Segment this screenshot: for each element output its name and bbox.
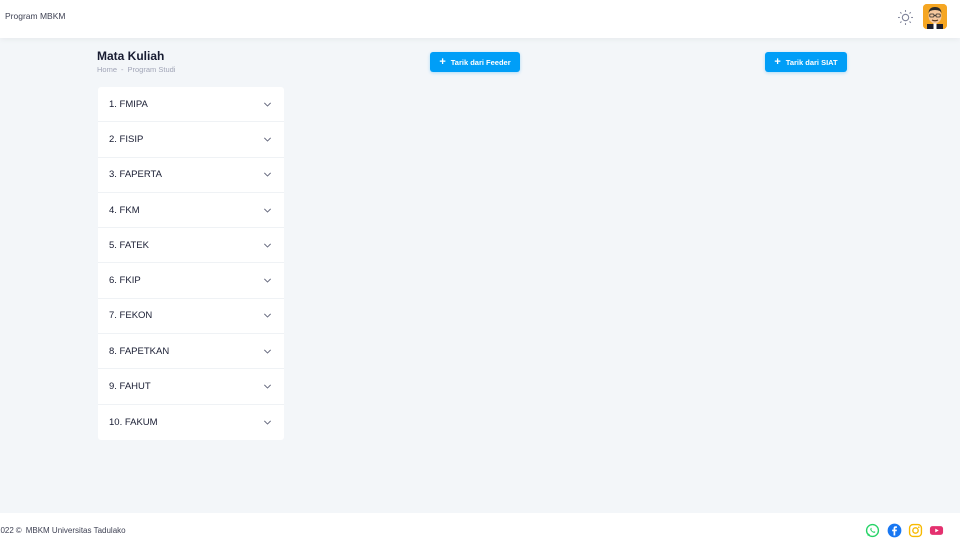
breadcrumb-current: Program Studi	[127, 65, 176, 74]
chevron-down-icon	[264, 208, 271, 213]
chevron-down-icon	[264, 384, 271, 389]
accordion-label: 8. FAPETKAN	[109, 345, 170, 357]
accordion-item-fapetkan[interactable]: 8. FAPETKAN	[98, 334, 284, 370]
accordion-item-fekon[interactable]: 7. FEKON	[98, 299, 284, 335]
chevron-down-icon	[264, 243, 271, 248]
footer: 2022© MBKM Universitas Tadulako	[0, 513, 960, 550]
accordion-label: 3. FAPERTA	[109, 169, 162, 181]
chevron-down-icon	[264, 349, 271, 354]
app-title[interactable]: Program MBKM	[5, 11, 65, 21]
chevron-down-icon	[264, 137, 271, 142]
accordion-item-fkm[interactable]: 4. FKM	[98, 193, 284, 229]
breadcrumb-home[interactable]: Home	[97, 65, 117, 74]
accordion-label: 5. FATEK	[109, 239, 149, 251]
top-bar: Program MBKM	[0, 0, 960, 38]
breadcrumb: Home - Program Studi	[97, 65, 175, 74]
accordion-item-fatek[interactable]: 5. FATEK	[98, 228, 284, 264]
page-title: Mata Kuliah	[97, 49, 165, 63]
user-avatar[interactable]	[923, 4, 947, 29]
accordion-label: 1. FMIPA	[109, 98, 148, 110]
chevron-down-icon	[264, 172, 271, 177]
youtube-icon[interactable]	[929, 523, 944, 538]
chevron-down-icon	[264, 102, 271, 107]
copyright-org[interactable]: MBKM Universitas Tadulako	[26, 526, 126, 535]
accordion-label: 10. FAKUM	[109, 416, 158, 428]
avatar-illustration	[923, 4, 947, 29]
pull-from-siat-button[interactable]: + Tarik dari SIAT	[765, 52, 847, 72]
instagram-icon[interactable]	[908, 523, 923, 538]
plus-icon: +	[774, 55, 781, 68]
whatsapp-icon[interactable]	[865, 523, 880, 538]
accordion-label: 9. FAHUT	[109, 381, 151, 393]
breadcrumb-separator: -	[121, 65, 124, 74]
sun-icon[interactable]	[897, 9, 914, 26]
button-label: Tarik dari Feeder	[450, 57, 511, 67]
chevron-down-icon	[264, 420, 271, 425]
accordion-item-faperta[interactable]: 3. FAPERTA	[98, 158, 284, 193]
accordion-item-fmipa[interactable]: 1. FMIPA	[98, 87, 284, 123]
pull-from-feeder-button[interactable]: + Tarik dari Feeder	[430, 52, 520, 72]
chevron-down-icon	[264, 278, 271, 283]
copyright-symbol: ©	[15, 526, 22, 535]
chevron-down-icon	[264, 313, 271, 319]
copyright-year: 2022	[0, 526, 14, 535]
footer-copyright: 2022© MBKM Universitas Tadulako	[0, 526, 126, 535]
accordion-label: 6. FKIP	[109, 275, 141, 287]
accordion-label: 2. FISIP	[109, 133, 144, 145]
faculty-accordion: 1. FMIPA 2. FISIP 3. FAPERTA 4. FKM 5. F…	[98, 87, 284, 440]
accordion-item-fkip[interactable]: 6. FKIP	[98, 263, 284, 299]
facebook-icon[interactable]	[887, 523, 902, 538]
accordion-label: 4. FKM	[109, 204, 140, 216]
plus-icon: +	[439, 55, 446, 68]
button-label: Tarik dari SIAT	[785, 57, 838, 67]
accordion-item-fisip[interactable]: 2. FISIP	[98, 122, 284, 158]
accordion-item-fakum[interactable]: 10. FAKUM	[98, 405, 284, 440]
accordion-label: 7. FEKON	[109, 310, 153, 322]
accordion-item-fahut[interactable]: 9. FAHUT	[98, 369, 284, 405]
